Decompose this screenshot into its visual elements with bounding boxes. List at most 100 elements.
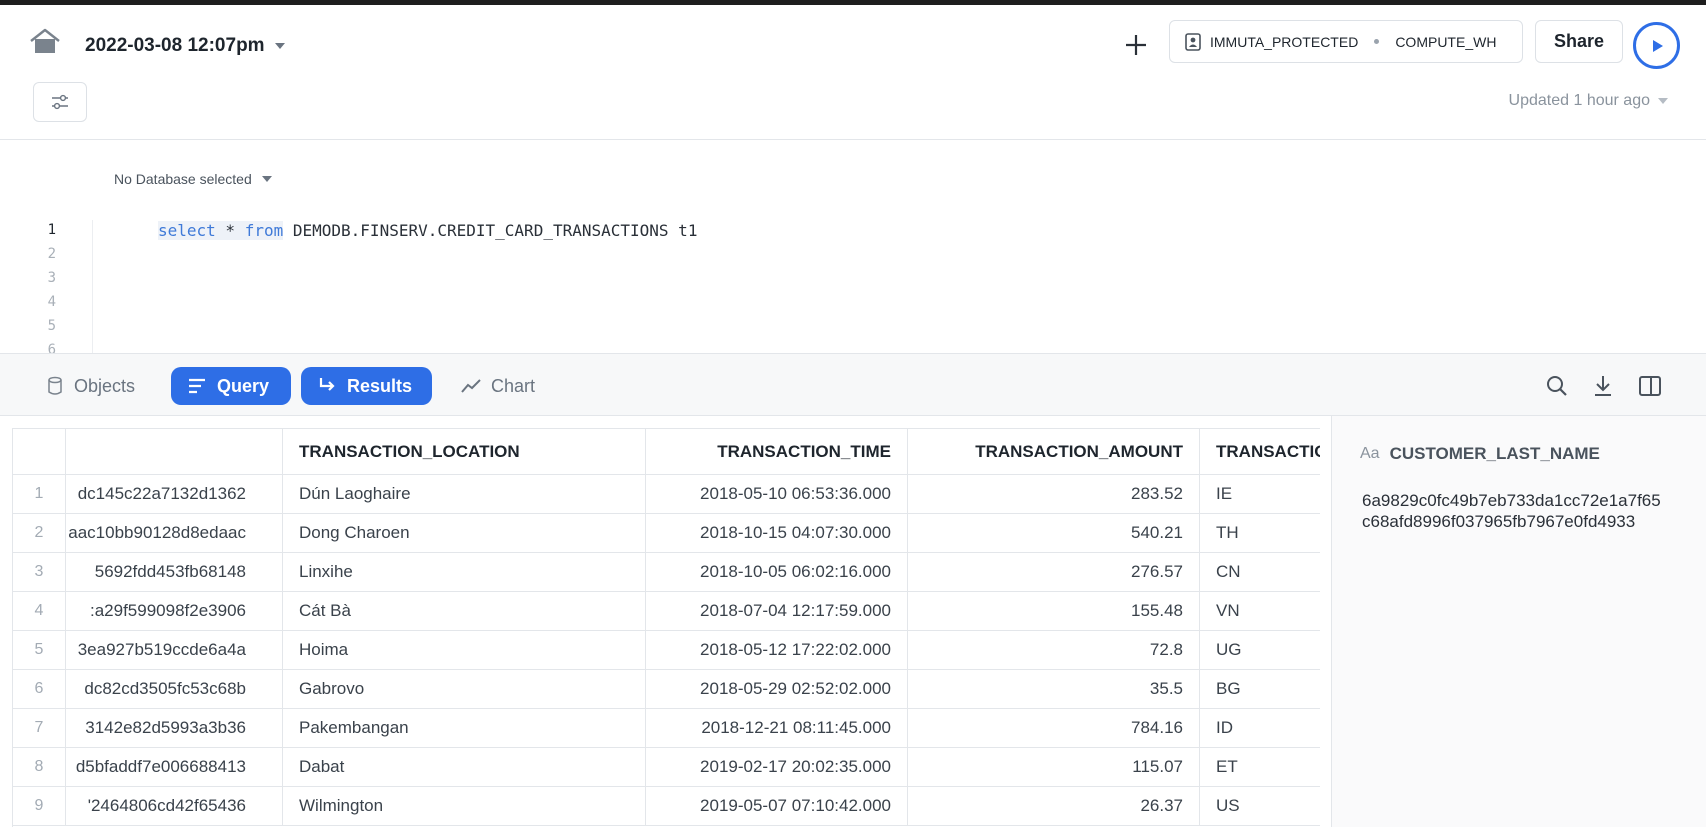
cell-country[interactable]: VN [1200, 592, 1320, 630]
run-button[interactable] [1633, 22, 1680, 69]
code-selection: select * from [158, 221, 284, 240]
cell-location[interactable]: Cát Bà [283, 592, 646, 630]
cell-location[interactable]: Dong Charoen [283, 514, 646, 552]
cell-id[interactable]: aac10bb90128d8edaac [66, 514, 283, 552]
table-row[interactable]: 2 aac10bb90128d8edaac Dong Charoen 2018-10-… [13, 514, 1320, 553]
sql-keyword: from [244, 221, 284, 240]
cell-location[interactable]: Hoima [283, 631, 646, 669]
database-label: No Database selected [114, 171, 252, 187]
column-header[interactable]: TRANSACTION_LOCATION [283, 429, 646, 474]
cell-location[interactable]: Gabrovo [283, 670, 646, 708]
cell-country[interactable]: TH [1200, 514, 1320, 552]
cell-id[interactable]: 5692fdd453fb68148 [66, 553, 283, 591]
column-header[interactable]: TRANSACTION_AMOUNT [908, 429, 1200, 474]
filters-button[interactable] [33, 82, 87, 122]
cell-time[interactable]: 2018-05-10 06:53:36.000 [646, 475, 908, 513]
tab-query[interactable]: Query [171, 367, 291, 405]
updated-status[interactable]: Updated 1 hour ago [1509, 92, 1668, 110]
download-icon [1595, 376, 1611, 396]
separator-dot [1374, 39, 1380, 44]
cell-amount[interactable]: 283.52 [908, 475, 1200, 513]
code-line[interactable]: select * from DEMODB.FINSERV.CREDIT_CARD… [158, 221, 697, 240]
line-number: 4 [47, 294, 56, 310]
line-number-gutter: 1 2 3 4 5 6 [0, 220, 93, 353]
cell-location[interactable]: Linxihe [283, 553, 646, 591]
share-button[interactable]: Share [1535, 20, 1623, 63]
lines-icon [189, 378, 205, 394]
cell-country[interactable]: US [1200, 787, 1320, 825]
row-number: 2 [13, 514, 66, 552]
tab-label: Results [347, 375, 413, 396]
tab-label: Query [217, 375, 270, 396]
line-number: 2 [47, 246, 56, 262]
database-selector[interactable]: No Database selected [114, 171, 272, 187]
table-row[interactable]: 5 3ea927b519ccde6a4a Hoima 2018-05-12 17:22… [13, 631, 1320, 670]
cell-time[interactable]: 2018-05-29 02:52:02.000 [646, 670, 908, 708]
cell-id[interactable]: 3142e82d5993a3b36 [66, 709, 283, 747]
detail-column-title: Aa CUSTOMER_LAST_NAME [1360, 444, 1600, 464]
cell-time[interactable]: 2018-10-15 04:07:30.000 [646, 514, 908, 552]
results-toolbar: Objects Query Results Chart [0, 353, 1706, 416]
cell-time[interactable]: 2019-05-07 07:10:42.000 [646, 787, 908, 825]
cell-id[interactable]: dc82cd3505fc53c68b [66, 670, 283, 708]
cell-id[interactable]: '2464806cd42f65436 [66, 787, 283, 825]
tab-results[interactable]: Results [301, 367, 432, 405]
cell-amount[interactable]: 72.8 [908, 631, 1200, 669]
cell-location[interactable]: Dún Laoghaire [283, 475, 646, 513]
cell-location[interactable]: Dabat [283, 748, 646, 786]
cell-time[interactable]: 2018-05-12 17:22:02.000 [646, 631, 908, 669]
column-header[interactable] [66, 429, 283, 474]
cell-country[interactable]: CN [1200, 553, 1320, 591]
table-row[interactable]: 4:a29f599098f2e3906 Cát Bà 2018-07-04 12:1… [13, 592, 1320, 631]
cell-country[interactable]: ET [1200, 748, 1320, 786]
cell-time[interactable]: 2018-07-04 12:17:59.000 [646, 592, 908, 630]
context-selector[interactable]: IMMUTA_PROTECTED COMPUTE_WH [1169, 20, 1523, 63]
row-number: 1 [13, 475, 66, 513]
cell-amount[interactable]: 115.07 [908, 748, 1200, 786]
chevron-down-icon [261, 176, 272, 182]
chevron-down-icon [274, 43, 285, 49]
cell-country[interactable]: UG [1200, 631, 1320, 669]
cell-amount[interactable]: 540.21 [908, 514, 1200, 552]
home-button[interactable] [28, 27, 62, 57]
cell-time[interactable]: 2019-02-17 20:02:35.000 [646, 748, 908, 786]
cell-amount[interactable]: 26.37 [908, 787, 1200, 825]
cell-id[interactable]: dc145c22a7132d1362 [66, 475, 283, 513]
search-icon [1547, 376, 1567, 396]
database-icon [48, 376, 62, 395]
column-header[interactable]: TRANSACTION_TIME [646, 429, 908, 474]
table-row[interactable]: 7 3142e82d5993a3b36 Pakembangan 2018-12-21 … [13, 709, 1320, 748]
text-type-icon: Aa [1360, 445, 1380, 462]
cell-amount[interactable]: 155.48 [908, 592, 1200, 630]
new-worksheet-button[interactable] [1121, 30, 1151, 60]
sql-editor[interactable]: No Database selected 1 2 3 4 5 6 select … [0, 140, 1706, 353]
table-row[interactable]: 3 5692fdd453fb68148 Linxihe 2018-10-05 06:0… [13, 553, 1320, 592]
cell-country[interactable]: BG [1200, 670, 1320, 708]
cell-location[interactable]: Pakembangan [283, 709, 646, 747]
row-number: 3 [13, 553, 66, 591]
table-row[interactable]: 9'2464806cd42f65436 Wilmington 2019-05-07 … [13, 787, 1320, 826]
cell-time[interactable]: 2018-10-05 06:02:16.000 [646, 553, 908, 591]
tab-objects[interactable]: Objects [30, 367, 151, 405]
tab-chart[interactable]: Chart [445, 367, 551, 405]
worksheet-title-dropdown[interactable]: 2022-03-08 12:07pm [85, 35, 285, 57]
download-results-button[interactable] [1590, 373, 1616, 399]
toggle-panel-button[interactable] [1637, 373, 1663, 399]
row-number: 6 [13, 670, 66, 708]
cell-country[interactable]: ID [1200, 709, 1320, 747]
cell-amount[interactable]: 276.57 [908, 553, 1200, 591]
cell-id[interactable]: d5bfaddf7e006688413 [66, 748, 283, 786]
cell-country[interactable]: IE [1200, 475, 1320, 513]
cell-time[interactable]: 2018-12-21 08:11:45.000 [646, 709, 908, 747]
play-icon [1652, 39, 1663, 52]
cell-amount[interactable]: 35.5 [908, 670, 1200, 708]
cell-id[interactable]: :a29f599098f2e3906 [66, 592, 283, 630]
column-header[interactable]: TRANSACTIO [1200, 429, 1320, 474]
cell-location[interactable]: Wilmington [283, 787, 646, 825]
table-row[interactable]: 8 d5bfaddf7e006688413 Dabat 2019-02-17 20:0… [13, 748, 1320, 787]
search-results-button[interactable] [1544, 373, 1570, 399]
cell-amount[interactable]: 784.16 [908, 709, 1200, 747]
cell-id[interactable]: 3ea927b519ccde6a4a [66, 631, 283, 669]
table-row[interactable]: 6 dc82cd3505fc53c68b Gabrovo 2018-05-29 02:… [13, 670, 1320, 709]
table-row[interactable]: 1 dc145c22a7132d1362 Dún Laoghaire 2018-05-… [13, 475, 1320, 514]
